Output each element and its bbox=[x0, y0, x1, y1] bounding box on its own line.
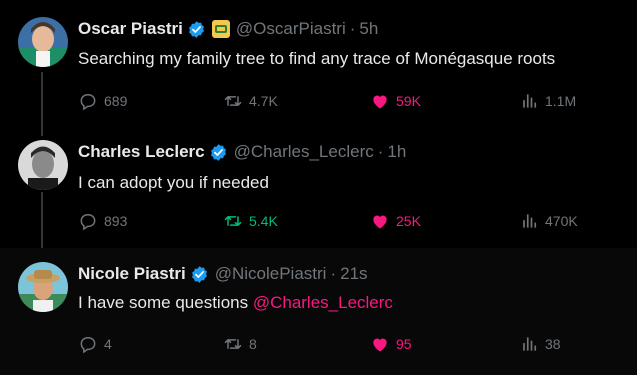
verified-badge-icon bbox=[210, 143, 226, 161]
avatar-nicole-piastri[interactable] bbox=[18, 262, 68, 312]
verified-badge-icon bbox=[188, 20, 204, 38]
like-button[interactable]: 95 bbox=[370, 333, 412, 355]
views-button[interactable]: 470K bbox=[519, 210, 578, 232]
reply-icon bbox=[80, 213, 96, 231]
affiliate-badge-icon bbox=[211, 20, 230, 38]
tweet-text-content: I have some questions bbox=[78, 293, 253, 312]
views-button[interactable]: 38 bbox=[519, 333, 561, 355]
tweet[interactable]: Oscar Piastri @OscarPiastri · 5h Searchi… bbox=[0, 0, 637, 126]
reply-button[interactable]: 689 bbox=[78, 90, 127, 112]
author-name[interactable]: Charles Leclerc bbox=[78, 142, 205, 162]
reply-count: 4 bbox=[104, 336, 112, 352]
author-handle[interactable]: @OscarPiastri bbox=[236, 19, 346, 39]
retweet-count: 5.4K bbox=[249, 213, 278, 229]
like-button[interactable]: 25K bbox=[370, 210, 421, 232]
like-icon bbox=[373, 338, 387, 352]
reply-button[interactable]: 4 bbox=[78, 333, 112, 355]
separator-dot: · bbox=[330, 264, 337, 283]
reply-count: 893 bbox=[104, 213, 128, 229]
action-bar: 689 4.7K 59K 1.1M bbox=[78, 90, 618, 112]
author-handle[interactable]: @NicolePiastri bbox=[215, 264, 327, 284]
reply-count: 689 bbox=[104, 93, 128, 109]
tweet-header: Nicole Piastri @NicolePiastri · 21s bbox=[78, 263, 368, 285]
reply-icon bbox=[80, 336, 96, 354]
reply-icon bbox=[80, 93, 96, 111]
separator-dot: · bbox=[349, 19, 356, 38]
tweet-text: Searching my family tree to find any tra… bbox=[78, 49, 556, 68]
tweet-text: I can adopt you if needed bbox=[78, 173, 269, 192]
tweet-text: I have some questions @Charles_Leclerc bbox=[78, 293, 393, 313]
retweet-icon bbox=[224, 96, 242, 106]
avatar-charles-leclerc[interactable] bbox=[18, 140, 68, 190]
reply-button[interactable]: 893 bbox=[78, 210, 127, 232]
views-count: 1.1M bbox=[545, 93, 577, 109]
like-count: 95 bbox=[396, 336, 412, 352]
timestamp[interactable]: 5h bbox=[359, 19, 378, 39]
timestamp[interactable]: 21s bbox=[340, 264, 367, 284]
retweet-count: 4.7K bbox=[249, 93, 278, 109]
tweet-header: Charles Leclerc @Charles_Leclerc · 1h bbox=[78, 141, 406, 163]
retweet-count: 8 bbox=[249, 336, 257, 352]
views-count: 470K bbox=[545, 213, 578, 229]
views-icon bbox=[523, 337, 537, 351]
views-icon bbox=[523, 214, 537, 228]
like-count: 59K bbox=[396, 93, 421, 109]
author-name[interactable]: Oscar Piastri bbox=[78, 19, 183, 39]
like-icon bbox=[373, 95, 387, 109]
avatar-oscar-piastri[interactable] bbox=[18, 17, 68, 67]
views-icon bbox=[523, 94, 537, 108]
views-count: 38 bbox=[545, 336, 561, 352]
retweet-button[interactable]: 8 bbox=[223, 333, 257, 355]
action-bar: 893 5.4K 25K 470K bbox=[78, 210, 618, 232]
mention-link[interactable]: @Charles_Leclerc bbox=[253, 293, 393, 312]
retweet-button[interactable]: 4.7K bbox=[223, 90, 278, 112]
tweet-header: Oscar Piastri @OscarPiastri · 5h bbox=[78, 18, 378, 40]
like-button[interactable]: 59K bbox=[370, 90, 421, 112]
action-bar: 4 8 95 38 bbox=[78, 333, 618, 355]
retweet-icon bbox=[224, 216, 242, 226]
tweet[interactable]: Charles Leclerc @Charles_Leclerc · 1h I … bbox=[0, 126, 637, 248]
like-count: 25K bbox=[396, 213, 421, 229]
views-button[interactable]: 1.1M bbox=[519, 90, 576, 112]
verified-badge-icon bbox=[191, 265, 207, 283]
like-icon bbox=[373, 215, 387, 229]
retweet-icon bbox=[224, 339, 242, 349]
tweet[interactable]: Nicole Piastri @NicolePiastri · 21s I ha… bbox=[0, 248, 637, 375]
retweet-button[interactable]: 5.4K bbox=[223, 210, 278, 232]
timestamp[interactable]: 1h bbox=[387, 142, 406, 162]
author-name[interactable]: Nicole Piastri bbox=[78, 264, 186, 284]
separator-dot: · bbox=[377, 142, 384, 161]
author-handle[interactable]: @Charles_Leclerc bbox=[234, 142, 374, 162]
